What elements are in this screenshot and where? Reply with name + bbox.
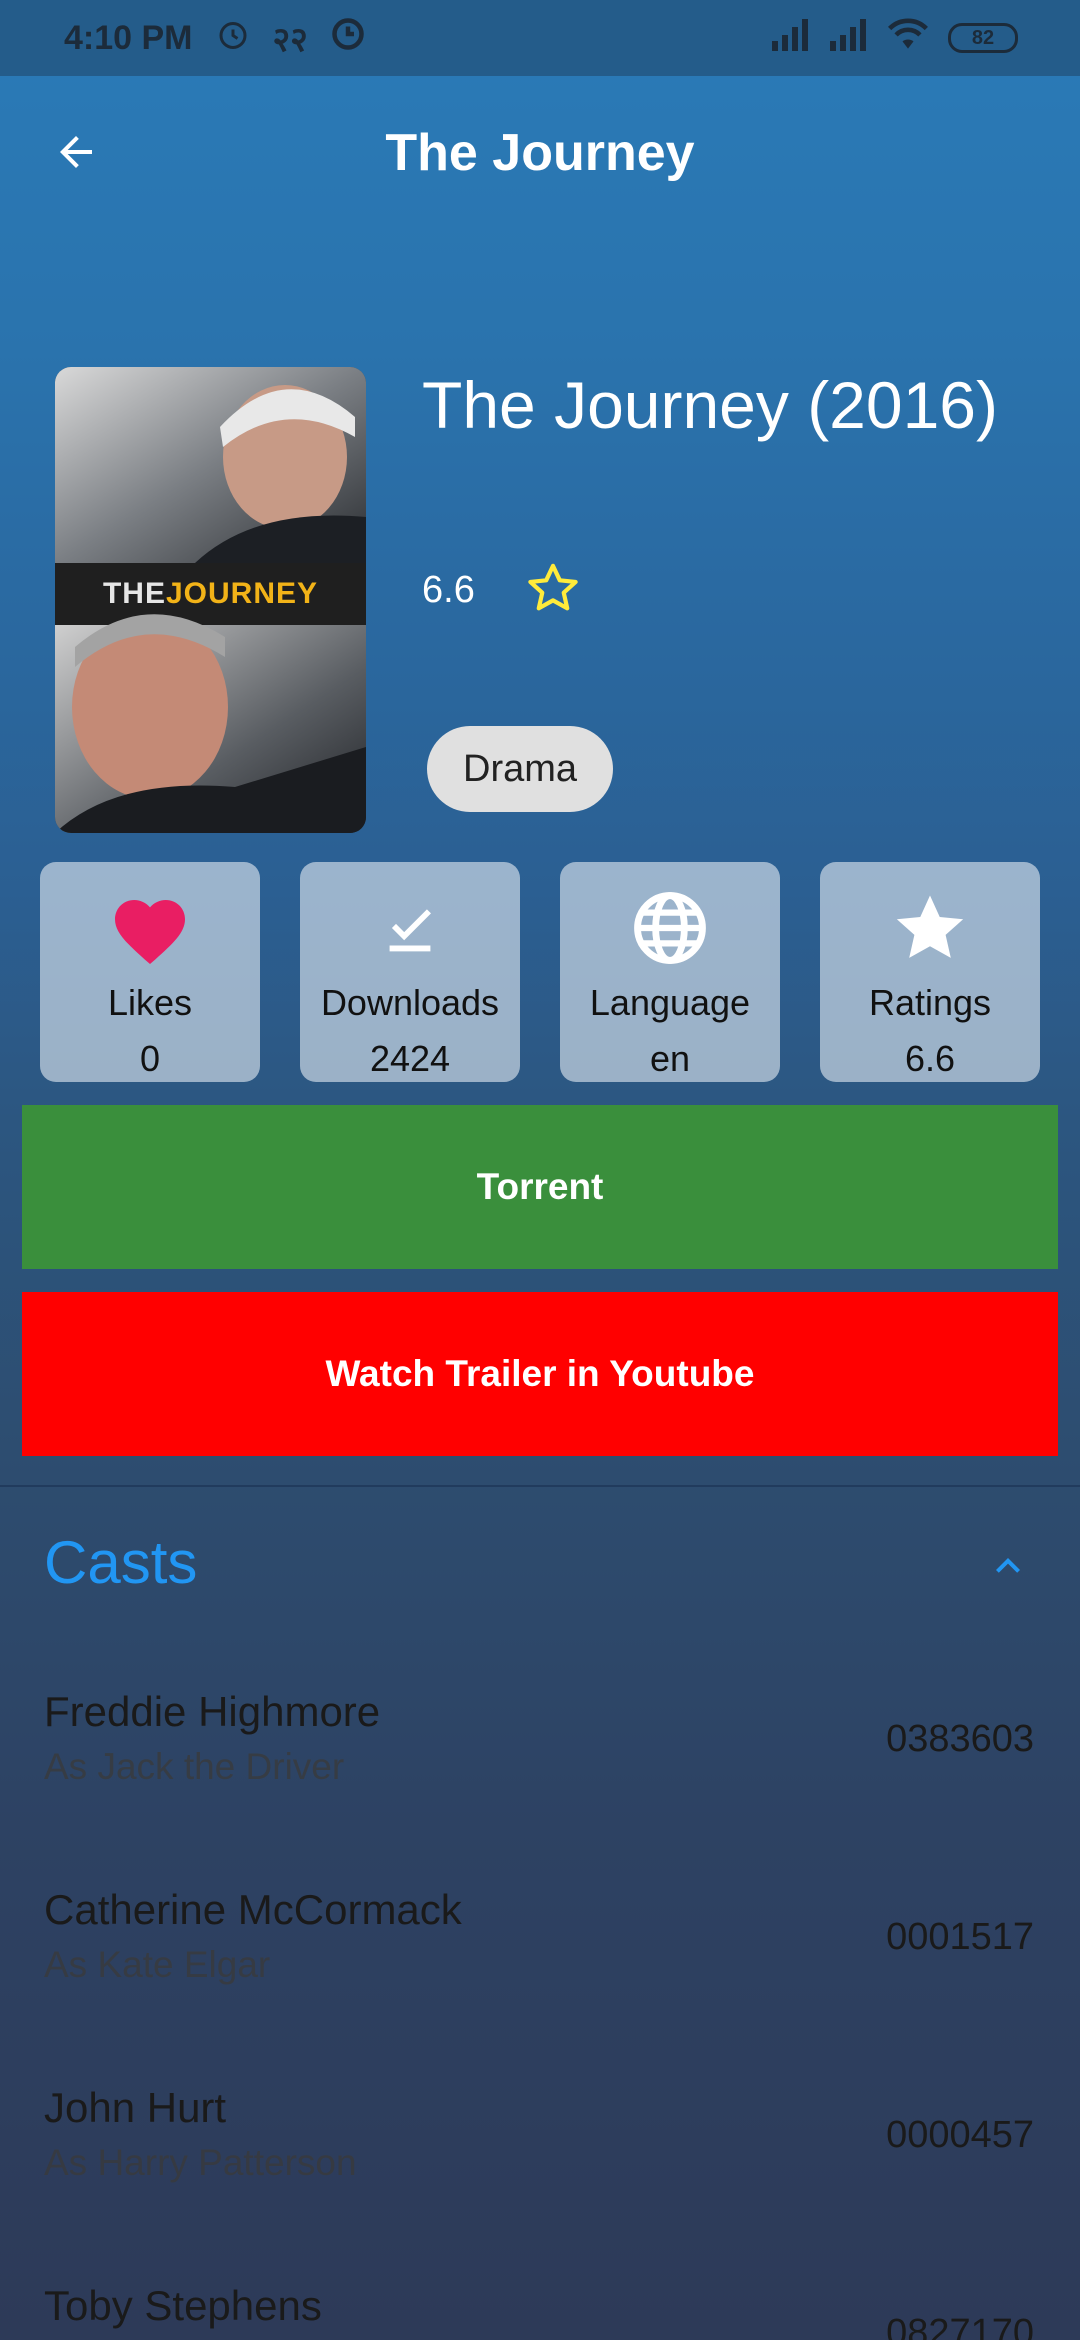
cast-name: Freddie Highmore bbox=[44, 1688, 381, 1735]
cast-role: As Jack the Driver bbox=[44, 1746, 345, 1787]
page-title: The Journey bbox=[385, 124, 695, 182]
signal-icon bbox=[828, 17, 868, 60]
cast-role: As Kate Elgar bbox=[44, 1944, 271, 1985]
watch-trailer-button[interactable]: Watch Trailer in Youtube bbox=[22, 1292, 1058, 1456]
cast-item[interactable]: Toby Stephens 0827170 bbox=[0, 2282, 1080, 2340]
cast-name: Toby Stephens bbox=[44, 2282, 322, 2329]
app-bar: The Journey bbox=[0, 76, 1080, 231]
globe-icon bbox=[629, 880, 711, 976]
stat-label: Likes bbox=[107, 982, 193, 1023]
stat-label: Downloads bbox=[320, 982, 500, 1023]
cast-id: 0000457 bbox=[886, 2114, 1034, 2156]
cast-role: As Harry Patterson bbox=[44, 2142, 357, 2183]
stat-card-ratings[interactable]: Ratings 6.6 bbox=[820, 862, 1040, 1082]
poster-title: THE JOURNEY bbox=[55, 563, 366, 625]
wifi-icon bbox=[886, 17, 930, 60]
casts-header[interactable]: Casts bbox=[0, 1510, 1080, 1620]
cast-item[interactable]: Catherine McCormack As Kate Elgar 000151… bbox=[0, 1886, 1080, 2066]
battery-indicator: 82 bbox=[948, 23, 1018, 53]
chevron-up-icon bbox=[984, 1542, 1032, 1595]
poster-title-left: THE bbox=[102, 577, 166, 610]
data-saver-icon bbox=[330, 16, 366, 61]
cast-item[interactable]: Freddie Highmore As Jack the Driver 0383… bbox=[0, 1688, 1080, 1868]
stat-value: 0 bbox=[139, 1038, 161, 1079]
stat-card-language[interactable]: Language en bbox=[560, 862, 780, 1082]
stat-card-downloads[interactable]: Downloads 2424 bbox=[300, 862, 520, 1082]
cast-id: 0001517 bbox=[886, 1916, 1034, 1958]
cast-item[interactable]: John Hurt As Harry Patterson 0000457 bbox=[0, 2084, 1080, 2264]
star-outline-icon bbox=[525, 560, 581, 621]
divider bbox=[0, 1485, 1080, 1487]
stat-value: en bbox=[649, 1038, 691, 1079]
collapse-button[interactable] bbox=[972, 1532, 1044, 1604]
cast-name: John Hurt bbox=[44, 2084, 227, 2131]
stat-value: 2424 bbox=[369, 1038, 451, 1079]
status-bar: 4:10 PM २२ 82 bbox=[0, 0, 1080, 76]
heart-icon bbox=[108, 880, 192, 976]
signal-icon bbox=[770, 17, 810, 60]
poster-title-right: JOURNEY bbox=[165, 577, 319, 610]
cast-name: Catherine McCormack bbox=[44, 1886, 462, 1933]
stat-label: Language bbox=[589, 982, 751, 1023]
stat-label: Ratings bbox=[868, 982, 992, 1023]
torrent-button[interactable]: Torrent bbox=[22, 1105, 1058, 1269]
status-time: 4:10 PM bbox=[64, 18, 193, 57]
rating-row: 6.6 bbox=[422, 560, 581, 621]
cast-id: 0827170 bbox=[886, 2312, 1034, 2340]
stat-card-likes[interactable]: Likes 0 bbox=[40, 862, 260, 1082]
genre-chip[interactable]: Drama bbox=[427, 726, 614, 812]
rating-value: 6.6 bbox=[422, 569, 475, 611]
cast-id: 0383603 bbox=[886, 1718, 1034, 1760]
alarm-icon bbox=[215, 16, 251, 61]
movie-title: The Journey (2016) bbox=[422, 368, 998, 442]
casts-title: Casts bbox=[44, 1529, 198, 1596]
star-icon bbox=[891, 880, 969, 976]
movie-poster: THE JOURNEY bbox=[55, 367, 366, 833]
download-done-icon bbox=[375, 880, 445, 976]
status-glyph: २२ bbox=[272, 21, 308, 59]
stat-value: 6.6 bbox=[904, 1038, 956, 1079]
